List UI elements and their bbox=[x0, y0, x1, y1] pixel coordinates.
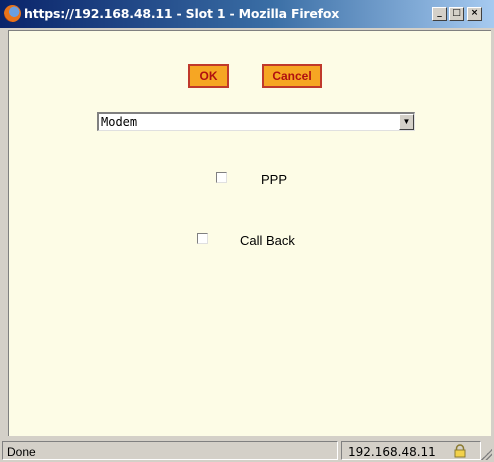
firefox-icon bbox=[4, 5, 21, 22]
ppp-label: PPP bbox=[261, 172, 288, 187]
maximize-button[interactable]: □ bbox=[449, 7, 464, 21]
ok-button[interactable]: OK bbox=[188, 64, 229, 88]
status-bar: Done 192.168.48.11 bbox=[0, 438, 494, 462]
cancel-button[interactable]: Cancel bbox=[262, 64, 322, 88]
close-button[interactable]: × bbox=[467, 7, 482, 21]
call-back-label: Call Back bbox=[240, 233, 295, 248]
ppp-checkbox[interactable] bbox=[216, 172, 227, 183]
status-text: Done bbox=[7, 445, 36, 459]
lock-icon[interactable] bbox=[453, 444, 467, 458]
mode-select[interactable]: Modem ▼ bbox=[97, 112, 415, 131]
resize-grip[interactable] bbox=[481, 449, 492, 460]
minimize-button[interactable]: _ bbox=[432, 7, 447, 21]
chevron-down-icon[interactable]: ▼ bbox=[399, 114, 414, 130]
status-panel: Done bbox=[2, 441, 338, 460]
page-content: OK Cancel Modem ▼ PPP Call Back bbox=[8, 30, 491, 436]
browser-window: https://192.168.48.11 - Slot 1 - Mozilla… bbox=[0, 0, 494, 462]
mode-select-value: Modem bbox=[101, 115, 138, 129]
security-panel: 192.168.48.11 bbox=[341, 441, 481, 460]
window-title: https://192.168.48.11 - Slot 1 - Mozilla… bbox=[24, 6, 340, 21]
call-back-checkbox[interactable] bbox=[197, 233, 208, 244]
title-bar[interactable]: https://192.168.48.11 - Slot 1 - Mozilla… bbox=[0, 0, 494, 28]
status-host: 192.168.48.11 bbox=[348, 445, 436, 459]
